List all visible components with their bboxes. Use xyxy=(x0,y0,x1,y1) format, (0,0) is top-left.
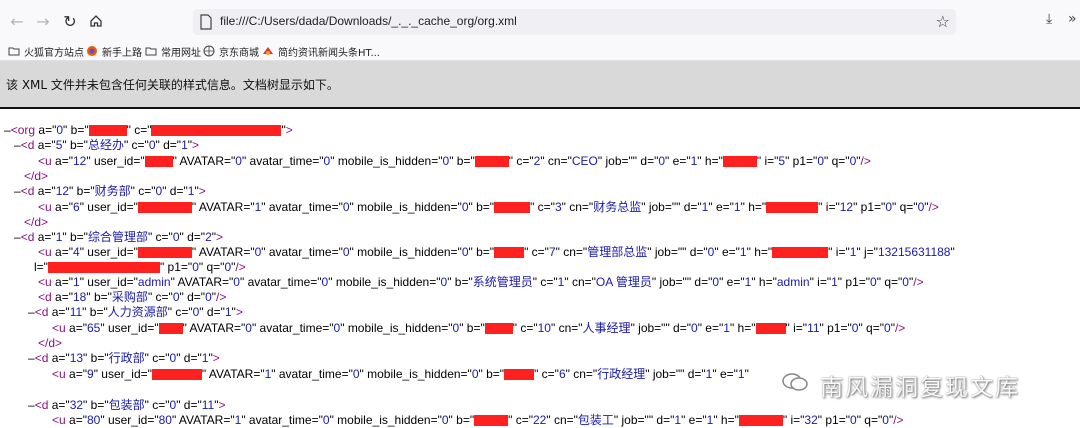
xml-dept-line: –<d a="1" b="综合管理部" c="0" d="2"> xyxy=(14,230,224,244)
redacted-block xyxy=(144,156,173,168)
back-arrow-icon[interactable]: ← xyxy=(6,10,28,32)
collapse-toggle[interactable]: – xyxy=(28,398,35,412)
folder-icon xyxy=(145,47,157,56)
xml-close-tag: </d> xyxy=(24,169,49,183)
redacted-block xyxy=(484,323,513,335)
xml-info-banner: 该 XML 文件并未包含任何关联的样式信息。文档树显示如下。 xyxy=(0,61,1080,107)
collapse-toggle[interactable]: – xyxy=(4,123,11,137)
globe-icon xyxy=(203,45,215,57)
xml-user-line: <u a="12" user_id=" " AVATAR="0" avatar_t… xyxy=(38,154,871,168)
collapse-toggle[interactable]: – xyxy=(14,184,21,198)
redacted-block xyxy=(88,125,127,137)
bookmark-item[interactable]: 简约资讯新闻头条HT... xyxy=(262,42,380,60)
xml-close-tag: </d> xyxy=(24,215,49,229)
firefox-icon xyxy=(87,46,97,56)
xml-user-line-cont: l=" " p1="0" q="0"/> xyxy=(34,260,246,274)
xml-root-line: –<org a="0" b=" " c=" "> xyxy=(4,123,293,137)
redacted-block xyxy=(504,369,535,381)
news-icon xyxy=(263,47,273,55)
redacted-block xyxy=(766,202,819,214)
reload-icon[interactable]: ↻ xyxy=(59,10,81,32)
bookmark-label: 新手上路 xyxy=(102,47,142,59)
xml-dept-line: –<d a="11" b="人力资源部" c="0" d="1"> xyxy=(28,305,243,319)
overflow-icon[interactable]: » xyxy=(1068,11,1077,27)
page-icon xyxy=(200,14,212,30)
redacted-block xyxy=(722,156,757,168)
xml-user-line: <u a="1" user_id="admin" AVATAR="0" avat… xyxy=(38,275,924,289)
redacted-block xyxy=(755,323,786,335)
xml-info-text: 该 XML 文件并未包含任何关联的样式信息。文档树显示如下。 xyxy=(6,78,339,92)
xml-dept-line: –<d a="5" b="总经办" c="0" d="1"> xyxy=(14,138,200,152)
collapse-toggle[interactable]: – xyxy=(14,230,21,244)
bookmark-label: 火狐官方站点 xyxy=(24,47,84,59)
redacted-block xyxy=(158,323,183,335)
bookmarks-bar: 火狐官方站点 新手上路 常用网址 京东商城 简约资讯新闻头条HT... xyxy=(0,42,1080,61)
collapse-toggle[interactable]: – xyxy=(14,138,21,152)
xml-dept-line: –<d a="32" b="包装部" c="0" d="11"> xyxy=(28,398,226,412)
url-bar[interactable]: file:///C:/Users/dada/Downloads/_._._cac… xyxy=(193,9,956,35)
redacted-block xyxy=(494,202,531,214)
redacted-block xyxy=(494,247,525,259)
redacted-block xyxy=(137,247,192,259)
folder-icon xyxy=(8,47,20,56)
xml-user-line: <u a="6" user_id=" " AVATAR="1" avatar_ti… xyxy=(38,200,939,214)
download-icon[interactable]: ⤓ xyxy=(1046,11,1052,27)
home-icon[interactable] xyxy=(85,10,107,32)
redacted-block xyxy=(151,369,202,381)
bookmark-item[interactable]: 京东商城 xyxy=(203,42,259,60)
bookmark-star-icon[interactable]: ☆ xyxy=(936,12,950,31)
forward-arrow-icon[interactable]: → xyxy=(32,10,54,32)
xml-close-tag: </d> xyxy=(38,336,63,350)
xml-user-line: <u a="4" user_id=" " AVATAR="0" avatar_ti… xyxy=(38,245,955,259)
bookmark-label: 简约资讯新闻头条HT... xyxy=(278,47,380,59)
bookmark-item[interactable]: 新手上路 xyxy=(86,42,142,60)
url-text: file:///C:/Users/dada/Downloads/_._._cac… xyxy=(220,14,517,28)
collapse-toggle[interactable]: – xyxy=(28,351,35,365)
redacted-block xyxy=(474,415,509,427)
xml-dept-line: <d a="18" b="采购部" c="0" d="0"/> xyxy=(38,290,227,304)
bookmark-item[interactable]: 常用网址 xyxy=(145,42,201,60)
xml-dept-line: –<d a="12" b="财务部" c="0" d="1"> xyxy=(14,184,206,198)
separator-line xyxy=(0,107,1080,109)
redacted-block xyxy=(738,415,783,427)
redacted-block xyxy=(151,125,282,137)
redacted-block xyxy=(474,156,509,168)
bookmark-label: 常用网址 xyxy=(161,47,201,59)
watermark-text: 南风漏洞复现文库 xyxy=(820,375,1020,401)
browser-toolbar: ← → ↻ file:///C:/Users/dada/Downloads/_.… xyxy=(0,0,1080,42)
redacted-block xyxy=(137,202,192,214)
xml-user-line: <u a="80" user_id="80" AVATAR="1" avatar… xyxy=(52,413,904,427)
xml-user-line: <u a="9" user_id=" " AVATAR="1" avatar_ti… xyxy=(52,367,749,381)
xml-user-line: <u a="65" user_id=" " AVATAR="0" avatar_t… xyxy=(52,321,906,335)
xml-dept-line: –<d a="13" b="行政部" c="0" d="1"> xyxy=(28,351,220,365)
bookmark-item[interactable]: 火狐官方站点 xyxy=(8,42,84,60)
bookmark-label: 京东商城 xyxy=(219,47,259,59)
wechat-watermark-icon xyxy=(782,373,808,391)
collapse-toggle[interactable]: – xyxy=(28,305,35,319)
redacted-block xyxy=(47,262,160,274)
redacted-block xyxy=(772,247,829,259)
